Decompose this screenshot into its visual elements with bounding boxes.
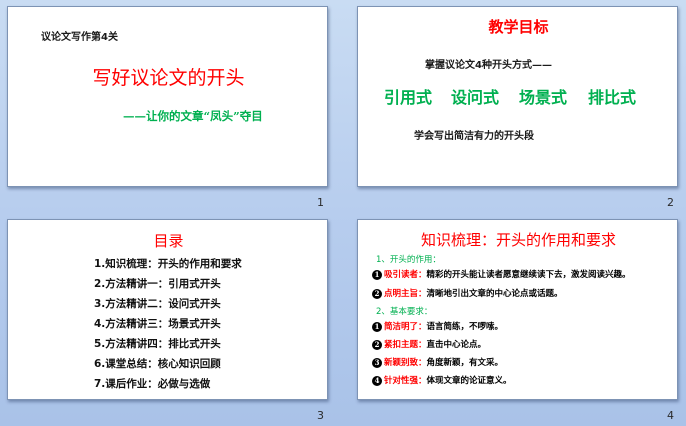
role-label: 吸引读者： (384, 270, 427, 280)
method-4: 排比式 (588, 88, 637, 107)
slide-thumbnail-2[interactable]: 教学目标 掌握议论文4种开头方式—— 引用式 设问式 场景式 排比式 学会写出简… (357, 6, 678, 211)
requirement-label: 紧扣主题： (384, 340, 427, 350)
slide-2-title: 教学目标 (488, 18, 549, 36)
requirement-row: 3 新颖别致：角度新颖，有文采。 (372, 356, 503, 368)
requirement-row: 2 紧扣主题：直击中心论点。 (372, 338, 486, 350)
requirement-text: 直击中心论点。 (426, 340, 487, 350)
slide-3-title: 目录 (153, 232, 184, 250)
number-badge: 4 (372, 375, 382, 386)
slide-2-line2: 学会写出简洁有力的开头段 (414, 131, 534, 142)
toc-item: 5.方法精讲四：排比式开头 (94, 338, 221, 350)
slide-number: 3 (317, 409, 324, 422)
number-badge: 2 (372, 288, 382, 299)
number-badge: 2 (372, 339, 382, 350)
role-label: 点明主旨： (384, 289, 427, 299)
toc-item: 7.课后作业：必做与选做 (94, 378, 211, 390)
number-badge: 1 (372, 321, 382, 332)
slide-thumbnail-3[interactable]: 目录 1.知识梳理：开头的作用和要求 2.方法精讲一：引用式开头 3.方法精讲二… (7, 219, 328, 424)
slide-1-title: 写好议论文的开头 (92, 67, 245, 89)
requirement-text: 体现文章的论证意义。 (426, 376, 512, 386)
requirement-row: 1 简洁明了：语言简练，不啰嗦。 (372, 320, 503, 332)
section-2-heading: 2、基本要求： (376, 307, 433, 317)
slide-thumbnail-1[interactable]: 议论文写作第4关 写好议论文的开头 ——让你的文章“凤头”夺目 1 (7, 6, 328, 211)
requirement-text: 角度新颖，有文采。 (426, 358, 504, 368)
slide-number: 4 (667, 409, 674, 422)
slide-1-subtitle: ——让你的文章“凤头”夺目 (123, 109, 263, 123)
requirement-text: 语言简练，不啰嗦。 (426, 322, 504, 332)
role-row: 2 点明主旨：清晰地引出文章的中心论点或话题。 (372, 287, 563, 299)
toc-item: 1.知识梳理：开头的作用和要求 (94, 258, 242, 270)
requirement-label: 新颖别致： (384, 358, 427, 368)
number-badge: 3 (372, 357, 382, 368)
section-1-heading: 1、开头的作用： (376, 255, 441, 265)
slide-4-title: 知识梳理：开头的作用和要求 (420, 231, 616, 249)
method-1: 引用式 (384, 88, 433, 107)
role-text: 清晰地引出文章的中心论点或话题。 (426, 289, 563, 299)
slide-number: 1 (317, 196, 324, 209)
series-label: 议论文写作第4关 (41, 32, 118, 43)
method-3: 场景式 (519, 88, 568, 107)
slide-thumbnail-4[interactable]: 知识梳理：开头的作用和要求 1、开头的作用： 1 吸引读者：精彩的开头能让读者愿意… (357, 219, 678, 424)
role-text: 精彩的开头能让读者愿意继续读下去，激发阅读兴趣。 (426, 270, 631, 280)
toc-item: 2.方法精讲一：引用式开头 (94, 278, 221, 290)
requirement-row: 4 针对性强：体现文章的论证意义。 (372, 374, 512, 386)
method-2: 设问式 (451, 88, 500, 107)
requirement-label: 针对性强： (384, 376, 427, 386)
role-row: 1 吸引读者：精彩的开头能让读者愿意继续读下去，激发阅读兴趣。 (372, 268, 631, 280)
toc-item: 6.课堂总结：核心知识回顾 (94, 358, 221, 370)
slide-number: 2 (667, 196, 674, 209)
slide-2-line1: 掌握议论文4种开头方式—— (425, 60, 552, 71)
toc-list: 1.知识梳理：开头的作用和要求 2.方法精讲一：引用式开头 3.方法精讲二：设问… (94, 256, 324, 396)
slide-2[interactable]: 教学目标 掌握议论文4种开头方式—— 引用式 设问式 场景式 排比式 学会写出简… (357, 6, 678, 187)
number-badge: 1 (372, 269, 382, 280)
toc-item: 3.方法精讲二：设问式开头 (94, 298, 221, 310)
slide-3[interactable]: 目录 1.知识梳理：开头的作用和要求 2.方法精讲一：引用式开头 3.方法精讲二… (7, 219, 328, 400)
slide-1[interactable]: 议论文写作第4关 写好议论文的开头 ——让你的文章“凤头”夺目 (7, 6, 328, 187)
toc-item: 4.方法精讲三：场景式开头 (94, 318, 221, 330)
requirement-label: 简洁明了： (384, 322, 427, 332)
slide-4[interactable]: 知识梳理：开头的作用和要求 1、开头的作用： 1 吸引读者：精彩的开头能让读者愿意… (357, 219, 678, 400)
